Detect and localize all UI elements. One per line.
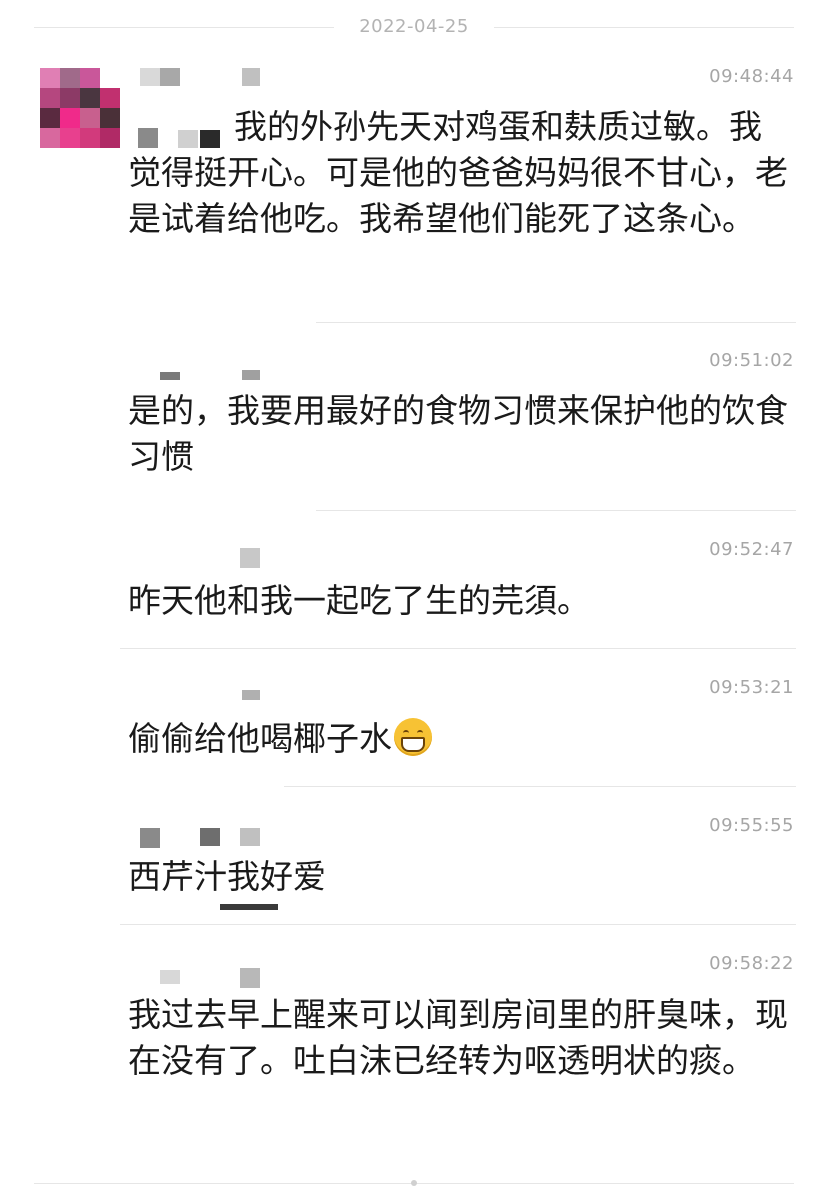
redacted-name-block: [242, 370, 260, 380]
redacted-name-block: [242, 68, 260, 86]
redacted-name-block: [240, 828, 260, 846]
redacted-name-block: [160, 970, 180, 984]
message-text: 我过去早上醒来可以闻到房间里的肝臭味，现在没有了。吐白沫已经转为呕透明状的痰。: [128, 995, 788, 1080]
bottom-divider-dot: [411, 1180, 417, 1186]
message-separator: [120, 648, 796, 649]
timestamp: 09:58:22: [709, 953, 794, 974]
timestamp: 09:53:21: [709, 677, 794, 698]
timestamp: 09:52:47: [709, 539, 794, 560]
timestamp: 09:48:44: [709, 66, 794, 87]
grinning-face-emoji-icon: [394, 718, 432, 756]
redacted-name-block: [242, 690, 260, 700]
timestamp: 09:55:55: [709, 815, 794, 836]
redacted-name-block: [160, 372, 180, 380]
message-separator: [284, 786, 796, 787]
message-text: 是的，我要用最好的食物习惯来保护他的饮食习惯: [128, 391, 788, 476]
message-separator: [316, 510, 796, 511]
redacted-name-block: [160, 68, 180, 86]
message-separator: [120, 924, 796, 925]
timestamp: 09:51:02: [709, 350, 794, 371]
redacted-name-block: [240, 548, 260, 568]
redacted-name-block: [240, 968, 260, 988]
message-text-content: 偷偷给他喝椰子水: [128, 719, 392, 758]
message-text: 我的外孙先天对鸡蛋和麸质过敏。我觉得挺开心。可是他的爸爸妈妈很不甘心，老是试着给…: [128, 107, 788, 238]
redacted-name: [140, 68, 160, 86]
avatar[interactable]: [40, 68, 120, 148]
redacted-name-block: [140, 828, 160, 848]
divider-line-right: [494, 27, 794, 28]
message-text: 西芹汁我好爱: [128, 857, 326, 896]
redacted-name-block: [200, 828, 220, 846]
redacted-underline: [220, 904, 278, 910]
message-text: 昨天他和我一起吃了生的芫須。: [128, 581, 590, 620]
date-divider: 2022-04-25: [0, 14, 828, 42]
message-text: 偷偷给他喝椰子水: [128, 716, 788, 762]
message-separator: [316, 322, 796, 323]
